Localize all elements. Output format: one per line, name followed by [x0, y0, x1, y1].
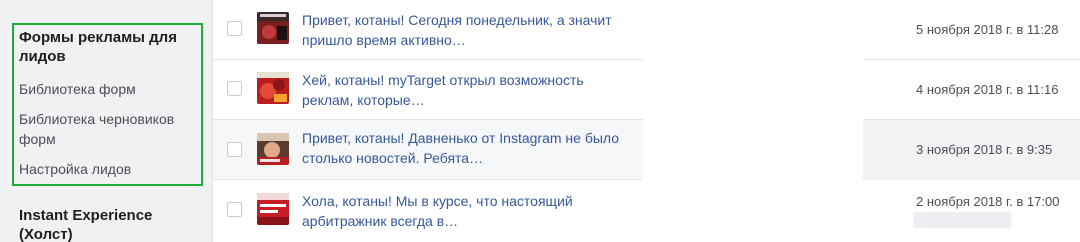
post-title-link[interactable]: Привет, котаны! Сегодня понедельник, а з… — [302, 10, 632, 50]
blank-cell — [643, 60, 863, 120]
post-thumbnail — [257, 72, 289, 104]
table-row[interactable]: Привет, котаны! Сегодня понедельник, а з… — [213, 0, 1080, 60]
sidebar-section-instant-experience[interactable]: Instant Experience (Холст) — [19, 206, 199, 242]
sidebar: Формы рекламы для лидов Библиотека форм … — [0, 0, 213, 242]
post-thumbnail — [257, 133, 289, 165]
sidebar-section-lead-ads-forms[interactable]: Формы рекламы для лидов — [19, 28, 199, 66]
blank-cell — [643, 0, 863, 60]
posts-list: Привет, котаны! Сегодня понедельник, а з… — [213, 0, 1080, 242]
date-cell — [863, 180, 1080, 240]
post-thumbnail — [257, 193, 289, 225]
blank-cell — [643, 120, 863, 180]
table-row[interactable]: Хей, котаны! myTarget открыл возможность… — [213, 60, 1080, 120]
row-checkbox[interactable] — [227, 21, 242, 36]
row-checkbox[interactable] — [227, 81, 242, 96]
leads-ads-page: Формы рекламы для лидов Библиотека форм … — [0, 0, 1080, 242]
post-thumbnail — [257, 12, 289, 44]
post-title-link[interactable]: Хола, котаны! Мы в курсе, что настоящий … — [302, 191, 632, 231]
sidebar-item-forms-library[interactable]: Библиотека форм — [19, 79, 199, 99]
table-row[interactable]: Привет, котаны! Давненько от Instagram н… — [213, 120, 1080, 180]
redacted-text — [913, 212, 1011, 228]
post-title-link[interactable]: Хей, котаны! myTarget открыл возможность… — [302, 70, 632, 110]
row-checkbox[interactable] — [227, 142, 242, 157]
blank-cell — [643, 180, 863, 240]
post-date: 3 ноября 2018 г. в 9:35 — [916, 142, 1053, 157]
row-checkbox[interactable] — [227, 202, 242, 217]
post-date: 2 ноября 2018 г. в 17:00 — [916, 194, 1060, 209]
post-date: 4 ноября 2018 г. в 11:16 — [916, 82, 1059, 97]
table-row[interactable]: Хола, котаны! Мы в курсе, что настоящий … — [213, 180, 1080, 242]
post-date: 5 ноября 2018 г. в 11:28 — [916, 22, 1059, 37]
sidebar-item-draft-forms-library[interactable]: Библиотека черновиков форм — [19, 109, 199, 149]
post-title-link[interactable]: Привет, котаны! Давненько от Instagram н… — [302, 128, 632, 168]
sidebar-item-leads-setup[interactable]: Настройка лидов — [19, 159, 199, 179]
